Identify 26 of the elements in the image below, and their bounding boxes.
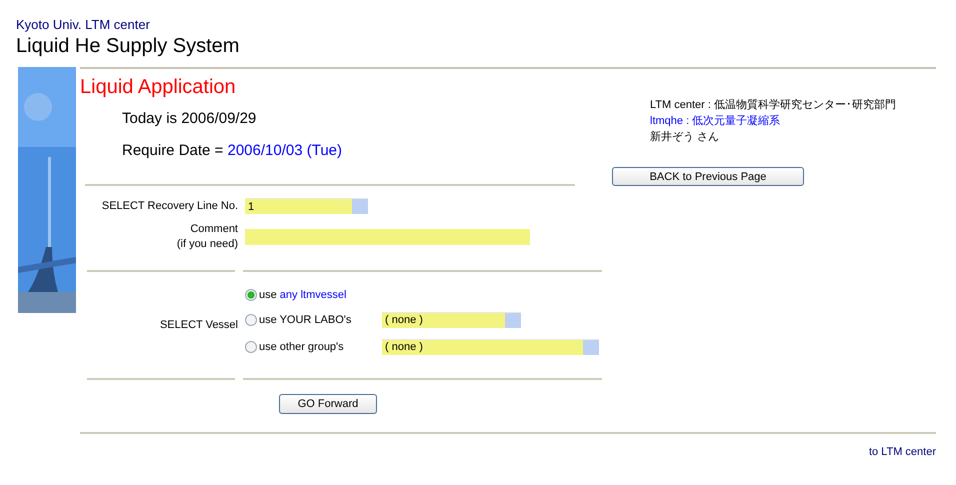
group-name: ltmqhe : 低次元量子凝縮系 [650,114,782,129]
option-label: use other group's [259,340,345,352]
today-date: Today is 2006/09/29 [122,109,258,129]
comment-field[interactable] [245,229,530,245]
center-name: LTM center : 低温物質科学研究センター･研究部門 [650,98,896,113]
field-label: Comment (if you need) [176,222,238,252]
vessel-select[interactable]: ( none ) [382,338,599,354]
require-date: 2006/10/03 (Tue) [227,142,342,159]
option-label: use YOUR LABO's [259,314,352,326]
vessel-link[interactable]: any ltmvessel [280,289,346,301]
site-title: Liquid He Supply System [16,34,240,59]
recovery-line-select[interactable]: 1 [245,198,368,214]
page-title: Liquid Application [80,75,237,99]
user-name: 新井ぞう さん [650,130,720,145]
radio-button[interactable] [245,340,257,352]
back-button[interactable]: BACK to Previous Page [612,167,804,186]
radio-button[interactable] [245,314,257,326]
ltm-center-link[interactable]: to LTM center [868,446,936,458]
go-forward-button[interactable]: GO Forward [279,394,377,414]
vessel-select[interactable]: ( none ) [382,312,521,328]
field-label: SELECT Recovery Line No. [100,200,238,212]
option-label: use any ltmvessel [259,289,346,301]
site-name: Kyoto Univ. LTM center [16,17,151,33]
require-date-label: Require Date = [122,142,224,159]
field-label: SELECT Vessel [158,319,238,331]
radio-button[interactable] [245,289,257,301]
